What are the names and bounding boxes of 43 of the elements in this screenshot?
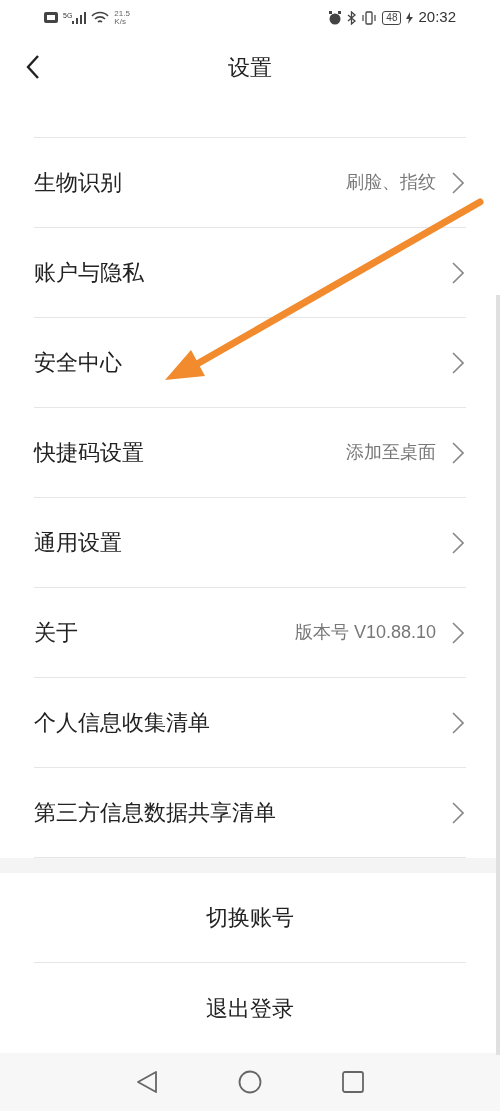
recents-nav-icon[interactable] bbox=[342, 1071, 364, 1093]
clock-time: 20:32 bbox=[418, 7, 456, 28]
back-icon bbox=[26, 55, 40, 79]
speed-unit: K/s bbox=[114, 17, 127, 26]
chevron-right-icon bbox=[452, 711, 464, 734]
charging-icon bbox=[406, 11, 414, 24]
settings-row[interactable]: 快捷码设置 添加至桌面 bbox=[34, 408, 466, 498]
row-label: 第三方信息数据共享清单 bbox=[34, 799, 276, 827]
row-label: 个人信息收集清单 bbox=[34, 709, 210, 737]
alarm-icon bbox=[328, 10, 343, 25]
action-button[interactable]: 切换账号 bbox=[34, 873, 466, 963]
chevron-right-icon bbox=[452, 621, 464, 644]
page-title: 设置 bbox=[228, 54, 272, 82]
row-label: 关于 bbox=[34, 619, 78, 647]
battery-indicator: 48 bbox=[382, 10, 402, 25]
bluetooth-icon bbox=[347, 10, 357, 25]
wifi-icon bbox=[91, 10, 110, 25]
chevron-right-icon bbox=[452, 171, 464, 194]
signal-icon bbox=[72, 11, 87, 24]
chevron-right-icon bbox=[452, 441, 464, 464]
settings-row[interactable]: 通用设置 bbox=[34, 498, 466, 588]
row-label: 快捷码设置 bbox=[34, 439, 144, 467]
chevron-right-icon bbox=[452, 261, 464, 284]
settings-row[interactable]: 账户与隐私 bbox=[34, 228, 466, 318]
row-label: 通用设置 bbox=[34, 529, 122, 557]
hd-icon bbox=[44, 12, 58, 23]
settings-row[interactable]: 生物识别 刷脸、指纹 bbox=[34, 138, 466, 228]
action-button[interactable]: 退出登录 bbox=[34, 963, 466, 1053]
row-label: 账户与隐私 bbox=[34, 259, 144, 287]
row-label: 生物识别 bbox=[34, 169, 122, 197]
settings-row[interactable]: 关于 版本号 V10.88.10 bbox=[34, 588, 466, 678]
chevron-right-icon bbox=[452, 801, 464, 824]
chevron-right-icon bbox=[452, 531, 464, 554]
row-value: 版本号 V10.88.10 bbox=[294, 621, 436, 644]
speed-value: 21.5 bbox=[114, 9, 130, 18]
back-nav-icon[interactable] bbox=[136, 1070, 158, 1094]
row-value: 添加至桌面 bbox=[346, 441, 436, 464]
row-value: 刷脸、指纹 bbox=[346, 171, 436, 194]
home-nav-icon[interactable] bbox=[238, 1070, 262, 1094]
vibrate-icon bbox=[361, 10, 378, 25]
settings-row[interactable]: 个人信息收集清单 bbox=[34, 678, 466, 768]
row-label: 安全中心 bbox=[34, 349, 122, 377]
chevron-right-icon bbox=[452, 351, 464, 374]
